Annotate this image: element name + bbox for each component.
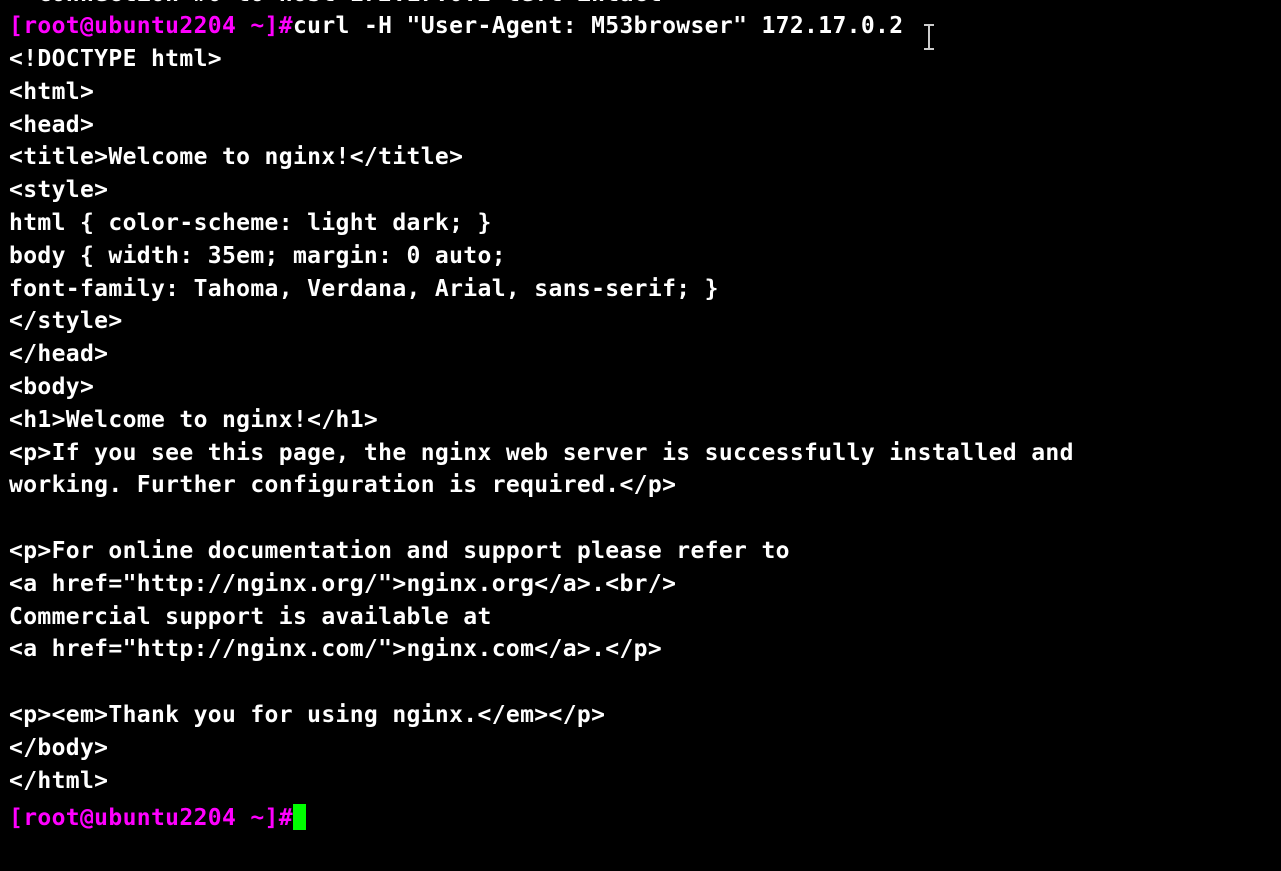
output-line: font-family: Tahoma, Verdana, Arial, san… bbox=[9, 276, 719, 302]
output-line: <p><em>Thank you for using nginx.</em></… bbox=[9, 702, 606, 728]
output-line: <body> bbox=[9, 374, 95, 400]
output-line: </html> bbox=[9, 768, 109, 794]
output-line: </style> bbox=[9, 308, 123, 334]
output-line: body { width: 35em; margin: 0 auto; bbox=[9, 243, 506, 269]
terminal-window[interactable]: * Connection #0 to host 172.17.0.2 left … bbox=[0, 0, 1281, 871]
output-line: <a href="http://nginx.com/">nginx.com</a… bbox=[9, 636, 663, 662]
output-line: <title>Welcome to nginx!</title> bbox=[9, 144, 464, 170]
output-line: <!DOCTYPE html> bbox=[9, 46, 222, 72]
output-line: working. Further configuration is requir… bbox=[9, 472, 677, 498]
output-line: <style> bbox=[9, 177, 109, 203]
output-line: <a href="http://nginx.org/">nginx.org</a… bbox=[9, 571, 677, 597]
output-line: <p>For online documentation and support … bbox=[9, 538, 790, 564]
output-line: Commercial support is available at bbox=[9, 604, 492, 630]
mouse-ibeam-icon bbox=[922, 24, 936, 50]
command-text: curl -H "User-Agent: M53browser" 172.17.… bbox=[292, 13, 904, 39]
output-line: <html> bbox=[9, 79, 95, 105]
output-line: </head> bbox=[9, 341, 109, 367]
text-cursor bbox=[292, 804, 306, 830]
output-line: </body> bbox=[9, 735, 109, 761]
final-prompt-line[interactable]: [root@ubuntu2204 ~]# bbox=[9, 802, 306, 835]
partial-output-line: * Connection #0 to host 172.17.0.2 left … bbox=[9, 0, 662, 8]
output-line: <p>If you see this page, the nginx web s… bbox=[9, 440, 1074, 466]
shell-prompt: [root@ubuntu2204 ~]# bbox=[9, 13, 293, 39]
output-line: <h1>Welcome to nginx!</h1> bbox=[9, 407, 379, 433]
output-line: html { color-scheme: light dark; } bbox=[9, 210, 492, 236]
shell-prompt-final: [root@ubuntu2204 ~]# bbox=[9, 805, 293, 831]
command-line: [root@ubuntu2204 ~]#curl -H "User-Agent:… bbox=[9, 10, 903, 43]
output-line: <head> bbox=[9, 112, 95, 138]
